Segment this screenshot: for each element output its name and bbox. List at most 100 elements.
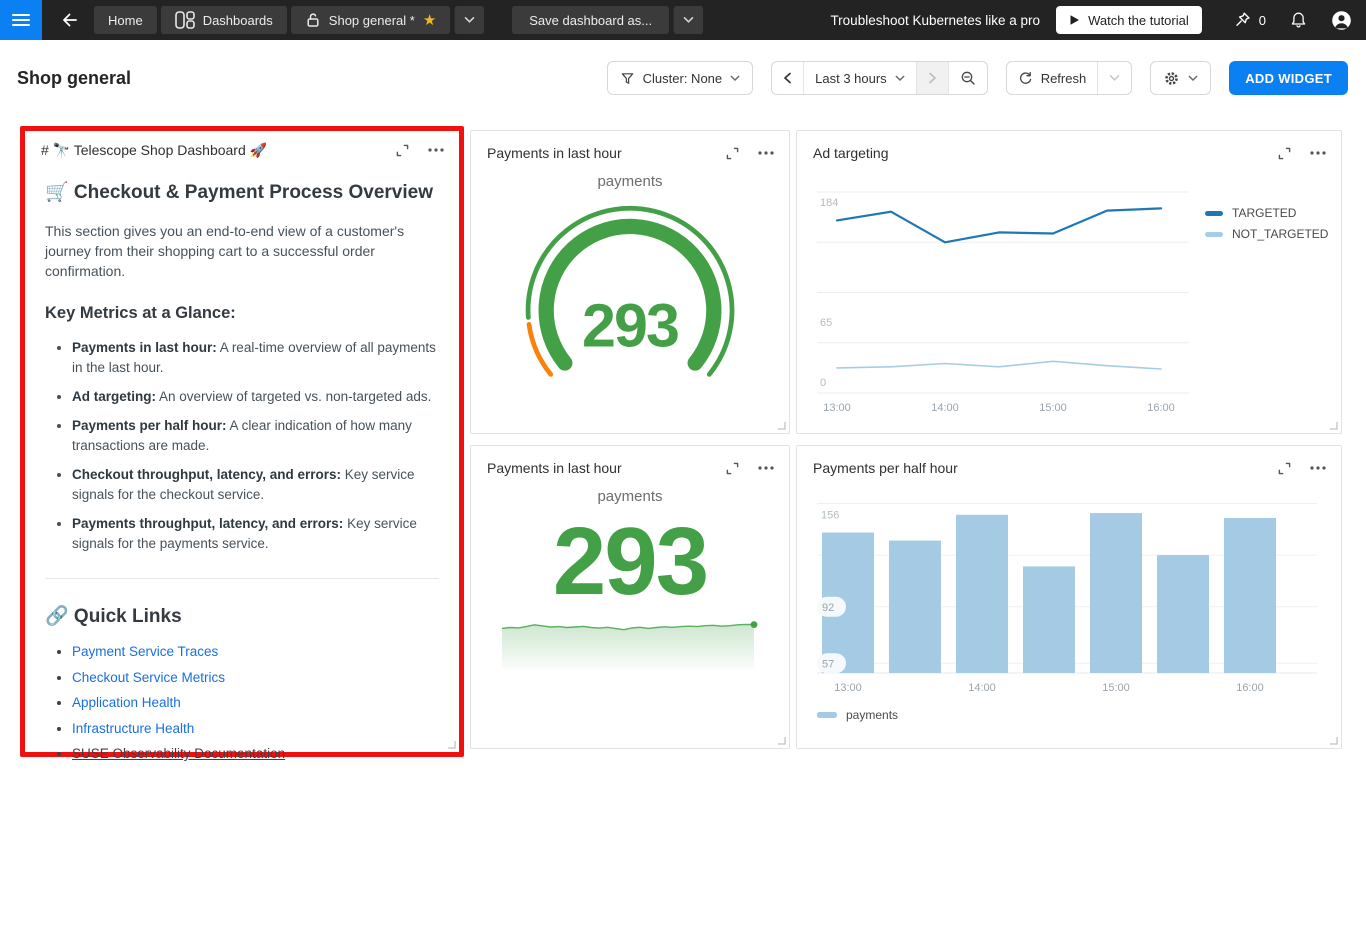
resize-handle-icon[interactable] <box>1329 736 1338 745</box>
tab-home[interactable]: Home <box>94 6 157 34</box>
tab-dashboards[interactable]: Dashboards <box>161 6 287 34</box>
metric-item: Payments per half hour: A clear indicati… <box>72 416 439 456</box>
ad-targeting-widget: Ad targeting 18465013:0014:0015:0016:00 … <box>796 130 1342 434</box>
back-arrow-icon <box>60 11 79 29</box>
widget-title-row: # 🔭 Telescope Shop Dashboard 🚀 <box>25 131 459 159</box>
main-menu-button[interactable] <box>0 0 42 40</box>
current-dashboard-menu-button[interactable] <box>454 6 484 34</box>
svg-text:14:00: 14:00 <box>968 682 996 694</box>
expand-widget-button[interactable] <box>723 144 741 162</box>
widget-menu-button[interactable] <box>427 141 445 159</box>
legend-item[interactable]: NOT_TARGETED <box>1205 227 1328 241</box>
svg-text:92: 92 <box>822 602 834 614</box>
time-zoom-out-button[interactable] <box>948 62 987 94</box>
expand-widget-button[interactable] <box>723 459 741 477</box>
chart-legend[interactable]: payments <box>817 708 1341 722</box>
favorite-star-icon[interactable]: ★ <box>423 13 436 28</box>
refresh-icon <box>1018 71 1033 86</box>
pin-icon <box>1234 11 1252 29</box>
refresh-control: Refresh <box>1006 61 1133 95</box>
quick-link[interactable]: SUSE Observability Documentation <box>72 746 285 761</box>
tab-dashboards-label: Dashboards <box>203 13 273 28</box>
svg-text:15:00: 15:00 <box>1039 402 1067 414</box>
ellipsis-icon <box>758 151 774 155</box>
expand-widget-button[interactable] <box>1275 459 1293 477</box>
widget-title: Payments in last hour <box>487 460 622 476</box>
quick-link-item: Checkout Service Metrics <box>72 670 439 686</box>
dashboard-settings-button[interactable] <box>1150 61 1211 95</box>
cluster-filter-button[interactable]: Cluster: None <box>607 61 753 95</box>
time-back-button[interactable] <box>772 62 803 94</box>
svg-text:13:00: 13:00 <box>834 682 862 694</box>
time-forward-button[interactable] <box>916 62 948 94</box>
dashboard-toolbar: Cluster: None Last 3 hours <box>607 61 1348 95</box>
quick-links-list: Payment Service Traces Checkout Service M… <box>45 644 439 762</box>
widget-menu-button[interactable] <box>757 459 775 477</box>
svg-text:293: 293 <box>582 291 678 359</box>
user-avatar[interactable] <box>1331 10 1352 31</box>
expand-icon <box>726 147 739 160</box>
app-root: Home Dashboards Shop general * ★ Save da… <box>0 0 1366 940</box>
chart-legend: TARGETED NOT_TARGETED <box>1205 206 1328 418</box>
markdown-widget: # 🔭 Telescope Shop Dashboard 🚀 🛒 Checkou… <box>20 126 464 757</box>
back-button[interactable] <box>56 7 82 33</box>
legend-swatch <box>1205 211 1223 216</box>
quick-link[interactable]: Application Health <box>72 695 181 710</box>
payments-bar-widget: Payments per half hour 156925713:0014:00… <box>796 445 1342 749</box>
expand-icon <box>1278 462 1291 475</box>
refresh-button[interactable]: Refresh <box>1007 62 1098 94</box>
quick-link[interactable]: Payment Service Traces <box>72 644 218 659</box>
notifications-button[interactable] <box>1290 11 1307 29</box>
metrics-list: Payments in last hour: A real-time overv… <box>45 338 439 554</box>
metric-item: Payments in last hour: A real-time overv… <box>72 338 439 378</box>
legend-item[interactable]: TARGETED <box>1205 206 1328 220</box>
menu-icon <box>12 14 30 16</box>
widget-title-row: Payments per half hour <box>797 446 1341 477</box>
widget-title-row: Payments in last hour <box>471 131 789 162</box>
expand-icon <box>726 462 739 475</box>
filter-icon <box>620 71 635 86</box>
gauge-widget: Payments in last hour payments 293 <box>470 130 790 434</box>
legend-swatch <box>817 712 837 718</box>
metric-item: Checkout throughput, latency, and errors… <box>72 465 439 505</box>
resize-handle-icon[interactable] <box>777 421 786 430</box>
metric-label: payments <box>471 173 789 190</box>
expand-widget-button[interactable] <box>393 141 411 159</box>
quick-link-item: Infrastructure Health <box>72 721 439 737</box>
widget-title: Ad targeting <box>813 145 889 161</box>
sparkline-chart <box>499 612 761 674</box>
widget-menu-button[interactable] <box>1309 144 1327 162</box>
quick-links-heading: 🔗 Quick Links <box>45 604 439 628</box>
add-widget-button[interactable]: ADD WIDGET <box>1229 61 1348 95</box>
gear-icon <box>1163 70 1180 87</box>
legend-label: payments <box>846 708 898 722</box>
widget-menu-button[interactable] <box>757 144 775 162</box>
metric-item: Payments throughput, latency, and errors… <box>72 514 439 554</box>
page-title: Shop general <box>17 68 131 89</box>
quick-link[interactable]: Checkout Service Metrics <box>72 670 225 685</box>
time-range-button[interactable]: Last 3 hours <box>803 62 916 94</box>
widget-menu-button[interactable] <box>1309 459 1327 477</box>
quick-link[interactable]: Infrastructure Health <box>72 721 194 736</box>
bar-chart: 156925713:0014:0015:0016:00 <box>817 483 1339 699</box>
widget-title-row: Payments in last hour <box>471 446 789 477</box>
chevron-down-icon <box>683 16 694 24</box>
expand-widget-button[interactable] <box>1275 144 1293 162</box>
resize-handle-icon[interactable] <box>447 740 456 749</box>
metric-label: payments <box>471 488 789 505</box>
resize-handle-icon[interactable] <box>1329 421 1338 430</box>
save-dashboard-as-button[interactable]: Save dashboard as... <box>512 6 669 34</box>
svg-text:184: 184 <box>820 197 838 209</box>
time-range-label: Last 3 hours <box>815 71 887 86</box>
widget-title: Payments per half hour <box>813 460 958 476</box>
chevron-down-icon <box>464 16 475 24</box>
resize-handle-icon[interactable] <box>777 736 786 745</box>
pinned-items-button[interactable]: 0 <box>1234 11 1266 29</box>
svg-text:13:00: 13:00 <box>823 402 851 414</box>
tab-current-dashboard[interactable]: Shop general * ★ <box>291 6 450 34</box>
promo-text: Troubleshoot Kubernetes like a pro <box>830 13 1040 28</box>
watch-tutorial-button[interactable]: Watch the tutorial <box>1056 6 1202 34</box>
refresh-interval-button[interactable] <box>1097 62 1131 94</box>
legend-label: TARGETED <box>1232 206 1296 220</box>
save-dashboard-menu-button[interactable] <box>673 6 703 34</box>
